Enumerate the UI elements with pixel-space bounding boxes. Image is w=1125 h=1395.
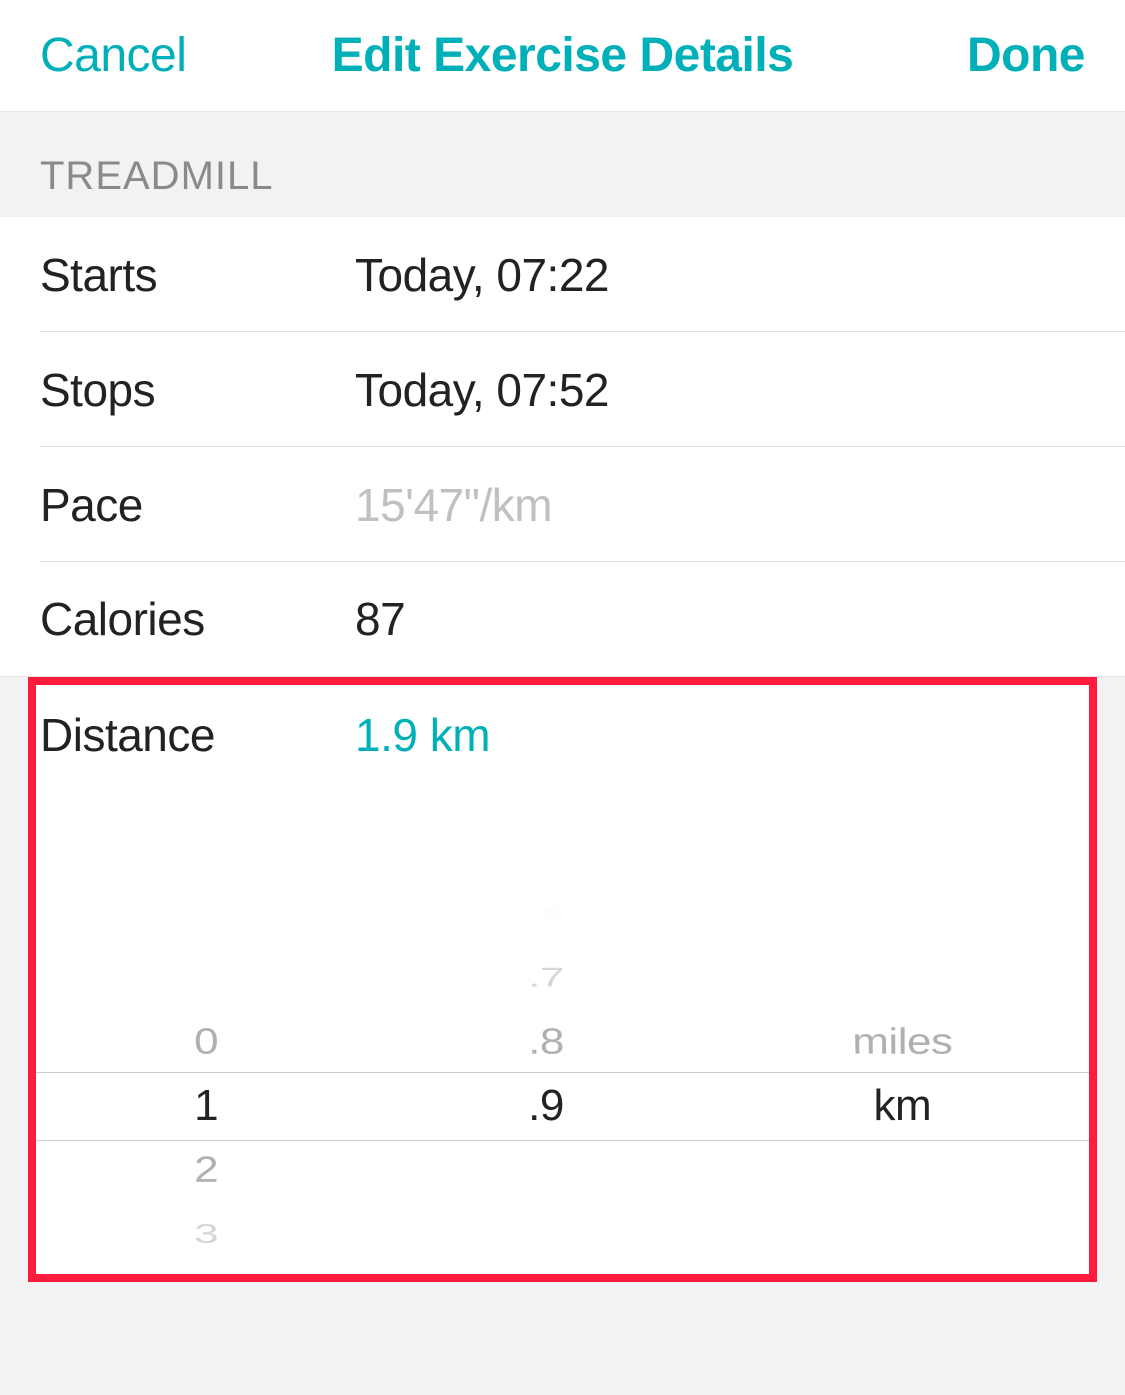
distance-value: 1.9 km	[355, 708, 490, 762]
stops-value: Today, 07:52	[355, 363, 609, 417]
calories-label: Calories	[40, 592, 355, 646]
picker-item[interactable]: 3	[28, 1215, 389, 1254]
pace-value: 15'47"/km	[355, 478, 552, 532]
section-header: TREADMILL	[0, 112, 1125, 217]
fields-list: Starts Today, 07:22 Stops Today, 07:52 P…	[0, 217, 1125, 677]
page-title: Edit Exercise Details	[200, 28, 925, 83]
picker-col-whole[interactable]: 01234	[28, 792, 384, 1282]
row-calories[interactable]: Calories 87	[0, 562, 1125, 677]
cancel-button[interactable]: Cancel	[40, 28, 200, 83]
row-distance[interactable]: Distance 1.9 km	[28, 677, 1097, 792]
row-starts[interactable]: Starts Today, 07:22	[0, 217, 1125, 332]
picker-item[interactable]: km	[708, 1074, 1097, 1138]
picker-col-unit[interactable]: mileskm	[708, 792, 1097, 1282]
picker-item[interactable]: miles	[705, 1015, 1097, 1069]
calories-value: 87	[355, 592, 405, 646]
picker-item[interactable]: .9	[384, 1074, 708, 1138]
picker-item[interactable]: 2	[28, 1144, 387, 1198]
picker-item[interactable]: .8	[382, 1015, 711, 1069]
done-button[interactable]: Done	[925, 28, 1085, 83]
stops-label: Stops	[40, 363, 355, 417]
picker-col-decimal[interactable]: .6.7.8.9	[384, 792, 708, 1282]
distance-picker[interactable]: 01234 .6.7.8.9 mileskm	[28, 792, 1097, 1282]
picker-item[interactable]: .6	[380, 902, 713, 926]
pace-label: Pace	[40, 478, 355, 532]
row-stops[interactable]: Stops Today, 07:52	[0, 332, 1125, 447]
starts-label: Starts	[40, 248, 355, 302]
picker-item[interactable]: 1	[28, 1074, 384, 1138]
picker-item[interactable]: .7	[380, 958, 712, 997]
nav-header: Cancel Edit Exercise Details Done	[0, 0, 1125, 112]
distance-editor-highlight: Distance 1.9 km 01234 .6.7.8.9 mileskm	[28, 677, 1097, 1282]
distance-label: Distance	[40, 708, 355, 762]
picker-item[interactable]: 0	[28, 1015, 387, 1069]
row-pace[interactable]: Pace 15'47"/km	[0, 447, 1125, 562]
starts-value: Today, 07:22	[355, 248, 609, 302]
